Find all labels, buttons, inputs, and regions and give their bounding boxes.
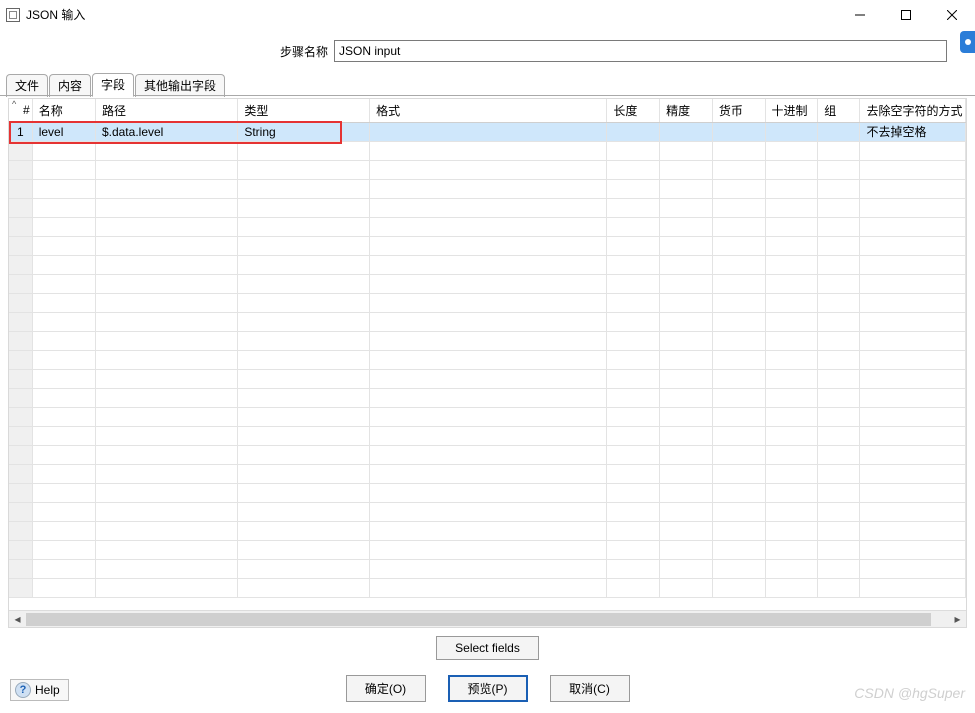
col-type[interactable]: 类型 xyxy=(238,99,370,122)
tab-content[interactable]: 内容 xyxy=(49,74,91,97)
table-row-empty[interactable] xyxy=(9,578,966,597)
help-icon: ? xyxy=(15,682,31,698)
table-row-empty[interactable] xyxy=(9,331,966,350)
col-path[interactable]: 路径 xyxy=(95,99,237,122)
fields-grid[interactable]: # 名称 路径 类型 格式 长度 精度 货币 十进制 组 去除空字符的方式 1 … xyxy=(9,99,966,610)
cell-group[interactable] xyxy=(818,122,860,141)
bottom-bar: ? Help 确定(O) 预览(P) 取消(C) xyxy=(0,673,975,703)
window-controls xyxy=(837,0,975,30)
table-row-empty[interactable] xyxy=(9,540,966,559)
table-row[interactable]: 1 level $.data.level String 不去掉空格 xyxy=(9,122,966,141)
horizontal-scrollbar[interactable]: ◂ ▸ xyxy=(9,610,966,627)
cell-length[interactable] xyxy=(607,122,660,141)
table-row-empty[interactable] xyxy=(9,559,966,578)
scroll-left-icon[interactable]: ◂ xyxy=(9,611,26,628)
tabs: 文件 内容 字段 其他输出字段 xyxy=(0,72,975,96)
titlebar: JSON 输入 xyxy=(0,0,975,30)
table-row-empty[interactable] xyxy=(9,160,966,179)
cell-format[interactable] xyxy=(370,122,607,141)
table-row-empty[interactable] xyxy=(9,198,966,217)
table-row-empty[interactable] xyxy=(9,388,966,407)
help-label: Help xyxy=(35,683,60,697)
col-format[interactable]: 格式 xyxy=(370,99,607,122)
table-row-empty[interactable] xyxy=(9,255,966,274)
fields-table: # 名称 路径 类型 格式 长度 精度 货币 十进制 组 去除空字符的方式 1 … xyxy=(9,99,966,598)
table-row-empty[interactable] xyxy=(9,293,966,312)
tab-file[interactable]: 文件 xyxy=(6,74,48,97)
table-row-empty[interactable] xyxy=(9,217,966,236)
tab-fields[interactable]: 字段 xyxy=(92,73,134,97)
side-handle-icon[interactable] xyxy=(960,31,975,53)
ok-button[interactable]: 确定(O) xyxy=(346,675,426,702)
tab-underline xyxy=(0,95,975,96)
maximize-button[interactable] xyxy=(883,0,929,30)
scroll-right-icon[interactable]: ▸ xyxy=(949,611,966,628)
step-name-input[interactable] xyxy=(334,40,947,62)
table-row-empty[interactable] xyxy=(9,141,966,160)
col-group[interactable]: 组 xyxy=(818,99,860,122)
table-body: 1 level $.data.level String 不去掉空格 xyxy=(9,122,966,597)
tab-other-output-fields[interactable]: 其他输出字段 xyxy=(135,74,225,97)
select-fields-row: Select fields xyxy=(0,636,975,660)
cell-currency[interactable] xyxy=(712,122,765,141)
col-name[interactable]: 名称 xyxy=(32,99,95,122)
table-row-empty[interactable] xyxy=(9,179,966,198)
minimize-button[interactable] xyxy=(837,0,883,30)
cell-idx[interactable]: 1 xyxy=(9,122,32,141)
col-decimal[interactable]: 十进制 xyxy=(765,99,818,122)
step-name-row: 步骤名称 xyxy=(0,36,975,66)
col-trim[interactable]: 去除空字符的方式 xyxy=(860,99,966,122)
watermark: CSDN @hgSuper xyxy=(854,685,965,701)
col-length[interactable]: 长度 xyxy=(607,99,660,122)
cell-decimal[interactable] xyxy=(765,122,818,141)
table-row-empty[interactable] xyxy=(9,502,966,521)
cell-path[interactable]: $.data.level xyxy=(95,122,237,141)
step-name-label: 步骤名称 xyxy=(0,43,334,60)
col-precision[interactable]: 精度 xyxy=(660,99,713,122)
cell-trim[interactable]: 不去掉空格 xyxy=(860,122,966,141)
table-header-row: # 名称 路径 类型 格式 长度 精度 货币 十进制 组 去除空字符的方式 xyxy=(9,99,966,122)
select-fields-button[interactable]: Select fields xyxy=(436,636,539,660)
scroll-track[interactable] xyxy=(26,611,949,627)
col-currency[interactable]: 货币 xyxy=(712,99,765,122)
close-button[interactable] xyxy=(929,0,975,30)
cell-precision[interactable] xyxy=(660,122,713,141)
table-row-empty[interactable] xyxy=(9,407,966,426)
table-row-empty[interactable] xyxy=(9,483,966,502)
cell-name[interactable]: level xyxy=(32,122,95,141)
window-title: JSON 输入 xyxy=(26,6,85,23)
scroll-thumb[interactable] xyxy=(26,613,931,626)
table-row-empty[interactable] xyxy=(9,350,966,369)
cancel-button[interactable]: 取消(C) xyxy=(550,675,630,702)
table-row-empty[interactable] xyxy=(9,236,966,255)
app-icon xyxy=(6,8,20,22)
help-button[interactable]: ? Help xyxy=(10,679,69,701)
col-idx[interactable]: # xyxy=(9,99,32,122)
table-row-empty[interactable] xyxy=(9,369,966,388)
table-row-empty[interactable] xyxy=(9,274,966,293)
fields-table-wrap: # 名称 路径 类型 格式 长度 精度 货币 十进制 组 去除空字符的方式 1 … xyxy=(8,98,967,628)
preview-button[interactable]: 预览(P) xyxy=(448,675,528,702)
table-row-empty[interactable] xyxy=(9,445,966,464)
table-row-empty[interactable] xyxy=(9,521,966,540)
table-row-empty[interactable] xyxy=(9,312,966,331)
cell-type[interactable]: String xyxy=(238,122,370,141)
bottom-buttons: 确定(O) 预览(P) 取消(C) xyxy=(346,675,630,702)
table-row-empty[interactable] xyxy=(9,464,966,483)
table-row-empty[interactable] xyxy=(9,426,966,445)
